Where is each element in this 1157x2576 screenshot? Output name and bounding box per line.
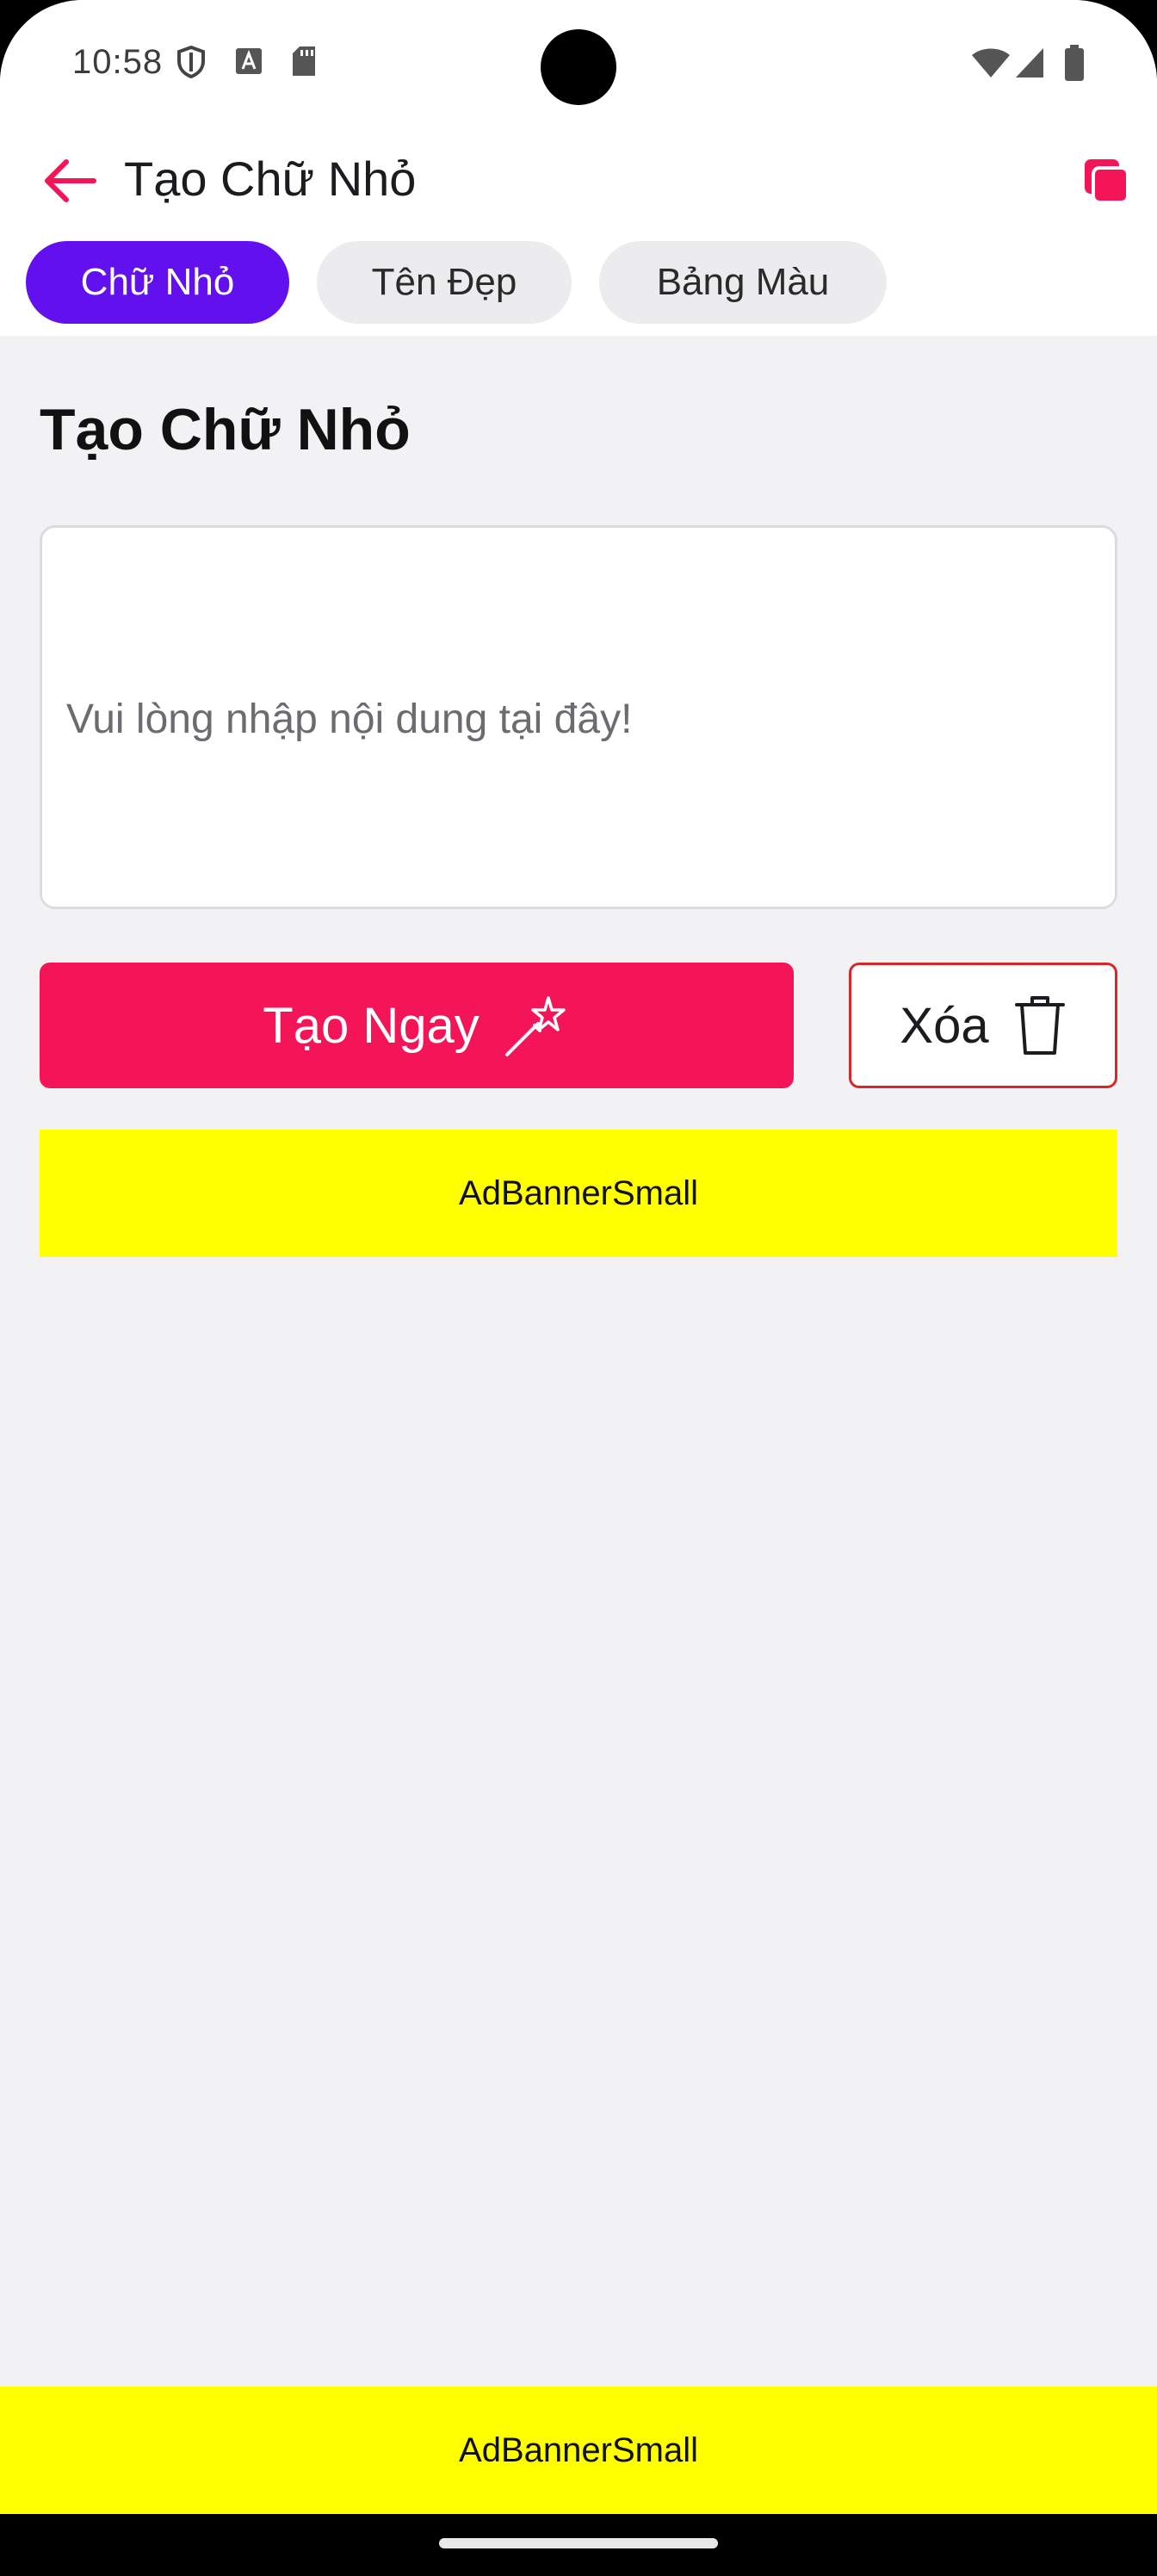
signal-icon bbox=[1014, 46, 1045, 84]
ad-banner-inline[interactable]: AdBannerSmall bbox=[40, 1130, 1117, 1257]
camera-cutout bbox=[541, 29, 616, 105]
copy-icon bbox=[1085, 159, 1129, 204]
copy-button[interactable] bbox=[1067, 138, 1145, 224]
tab-bang-mau[interactable]: Bảng Màu bbox=[599, 241, 887, 324]
create-button-label: Tạo Ngay bbox=[263, 997, 480, 1054]
trash-icon bbox=[1014, 996, 1065, 1055]
home-indicator[interactable] bbox=[439, 2538, 718, 2548]
clear-button[interactable]: Xóa bbox=[849, 963, 1117, 1088]
ad-banner-label: AdBannerSmall bbox=[459, 2430, 698, 2469]
status-bar: 10:58 bbox=[0, 0, 1157, 129]
tab-label: Bảng Màu bbox=[656, 261, 830, 303]
text-a-icon bbox=[234, 45, 263, 82]
app-title: Tạo Chữ Nhỏ bbox=[124, 152, 417, 206]
app-bar: Tạo Chữ Nhỏ Chữ Nhỏ Tên Đẹp Bảng Màu bbox=[0, 129, 1157, 336]
magic-wand-icon bbox=[504, 996, 566, 1056]
system-nav-bar bbox=[0, 2514, 1157, 2576]
screen: 10:58 Tạo Chữ Nhỏ Chữ Nhỏ Tên Đẹp Bảng M… bbox=[0, 0, 1157, 2576]
wifi-icon bbox=[971, 46, 1011, 84]
ad-banner-bottom[interactable]: AdBannerSmall bbox=[0, 2387, 1157, 2514]
tab-bar: Chữ Nhỏ Tên Đẹp Bảng Màu bbox=[26, 241, 887, 324]
content-input[interactable] bbox=[40, 525, 1117, 909]
clear-button-label: Xóa bbox=[900, 997, 989, 1054]
create-button[interactable]: Tạo Ngay bbox=[40, 963, 794, 1088]
shield-icon bbox=[176, 45, 207, 84]
tab-ten-dep[interactable]: Tên Đẹp bbox=[317, 241, 572, 324]
arrow-left-icon bbox=[45, 159, 96, 202]
sd-card-icon bbox=[289, 45, 319, 82]
tab-label: Tên Đẹp bbox=[371, 261, 517, 303]
tab-label: Chữ Nhỏ bbox=[80, 261, 235, 303]
battery-icon bbox=[1064, 45, 1085, 85]
back-button[interactable] bbox=[26, 138, 112, 224]
ad-banner-label: AdBannerSmall bbox=[459, 1173, 698, 1212]
section-title: Tạo Chữ Nhỏ bbox=[40, 397, 411, 462]
status-time: 10:58 bbox=[72, 43, 164, 81]
tab-chu-nho[interactable]: Chữ Nhỏ bbox=[26, 241, 289, 324]
